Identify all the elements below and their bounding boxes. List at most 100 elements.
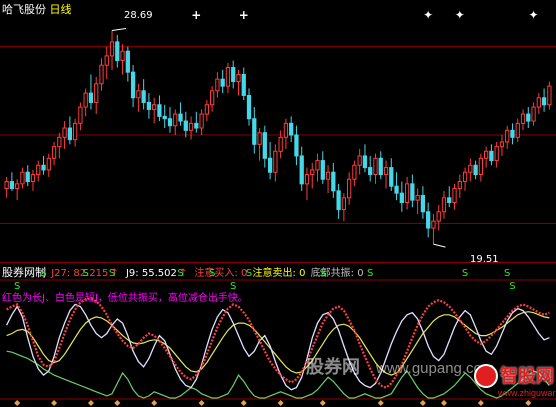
candle-body xyxy=(404,183,410,203)
indicator-panel[interactable]: SSSSSSSSSSSSS xyxy=(0,262,556,407)
candle-body xyxy=(547,85,552,106)
candle xyxy=(436,204,441,231)
candle-body xyxy=(420,195,426,213)
bottom-diamond xyxy=(51,400,58,406)
candle xyxy=(473,160,478,180)
high-marker-line xyxy=(111,28,127,32)
candle xyxy=(462,167,468,191)
candle-body xyxy=(188,122,194,131)
candle xyxy=(368,155,373,182)
candle-body xyxy=(515,122,520,138)
candle-body xyxy=(520,113,526,124)
candle-body xyxy=(526,113,531,122)
candle xyxy=(30,169,36,191)
candle xyxy=(9,172,15,191)
candle-body xyxy=(115,41,120,62)
candle xyxy=(125,46,130,82)
candle-body xyxy=(46,157,51,171)
candle xyxy=(109,30,115,70)
candle xyxy=(299,146,304,191)
candle-body xyxy=(141,90,146,103)
candle-body xyxy=(452,188,457,203)
candle xyxy=(410,174,415,208)
candle-body xyxy=(294,134,299,157)
candle-body xyxy=(331,171,336,192)
candle xyxy=(25,165,30,187)
candle xyxy=(57,132,62,159)
candle xyxy=(225,62,231,94)
bottom-diamond xyxy=(14,400,21,406)
candle xyxy=(447,186,452,208)
bottom-diamond xyxy=(87,400,94,406)
candle-body xyxy=(225,67,231,87)
candle-body xyxy=(389,167,394,187)
candle xyxy=(157,95,162,122)
candle xyxy=(252,107,257,154)
candle-body xyxy=(283,122,289,138)
candle-body xyxy=(210,90,215,106)
candle xyxy=(283,118,289,149)
candle xyxy=(547,81,552,110)
signal-label: S xyxy=(462,268,468,279)
candle-body xyxy=(310,169,315,176)
candle xyxy=(389,158,394,191)
candlestick-panel[interactable]: + + ✦ ✦ ✦ 哈飞股份 日线 28.69 19.51 xyxy=(0,0,556,265)
candle-body xyxy=(320,160,325,180)
candle xyxy=(304,167,310,201)
candle-body xyxy=(136,90,141,99)
candle xyxy=(536,93,541,115)
candle xyxy=(115,34,120,68)
candle-body xyxy=(109,41,115,57)
cross-marker: + xyxy=(191,8,201,22)
candle-body xyxy=(267,157,273,173)
candle-body xyxy=(178,113,183,122)
bottom-diamond xyxy=(440,400,447,406)
period-label[interactable]: 日线 xyxy=(50,3,72,16)
candle-body xyxy=(383,167,389,176)
candle-body xyxy=(278,136,283,152)
candle xyxy=(83,88,88,117)
candle xyxy=(120,44,125,75)
signal-label: S xyxy=(40,268,46,279)
candle xyxy=(336,183,341,219)
signal-label: S xyxy=(504,268,510,279)
candle xyxy=(210,86,215,112)
candle-body xyxy=(489,150,494,162)
candle-body xyxy=(4,181,9,190)
candle xyxy=(325,165,331,194)
candle xyxy=(526,107,531,129)
candle xyxy=(452,183,457,210)
candle xyxy=(441,190,447,219)
candle-body xyxy=(441,197,447,213)
candle xyxy=(520,109,526,131)
candle-body xyxy=(41,164,46,171)
candle xyxy=(215,72,220,98)
candle xyxy=(457,174,462,198)
candle xyxy=(383,160,389,189)
bottom-diamond xyxy=(240,400,247,406)
candle xyxy=(315,153,320,182)
candle xyxy=(515,118,520,142)
candle-body xyxy=(194,122,199,129)
indicator-chart[interactable]: S S S S S S S S S SS S S xyxy=(0,262,556,407)
candle-body xyxy=(25,171,30,183)
candle xyxy=(99,58,104,91)
candle xyxy=(194,111,199,133)
candle-body xyxy=(273,150,278,173)
candle-body xyxy=(336,190,341,210)
candlestick-chart[interactable]: + + ✦ ✦ ✦ xyxy=(0,0,556,262)
candle-body xyxy=(162,115,167,120)
candle xyxy=(262,125,267,168)
candle-body xyxy=(152,104,157,110)
candle-body xyxy=(362,155,368,169)
candle-body xyxy=(510,129,515,138)
candle-body xyxy=(62,127,67,138)
candle xyxy=(62,121,67,149)
candle-body xyxy=(83,92,88,108)
candle-body xyxy=(51,146,57,159)
bottom-diamond xyxy=(198,400,205,406)
candle-body xyxy=(536,97,541,108)
candle xyxy=(46,153,51,177)
candle xyxy=(36,160,41,182)
candle-body xyxy=(478,157,483,176)
